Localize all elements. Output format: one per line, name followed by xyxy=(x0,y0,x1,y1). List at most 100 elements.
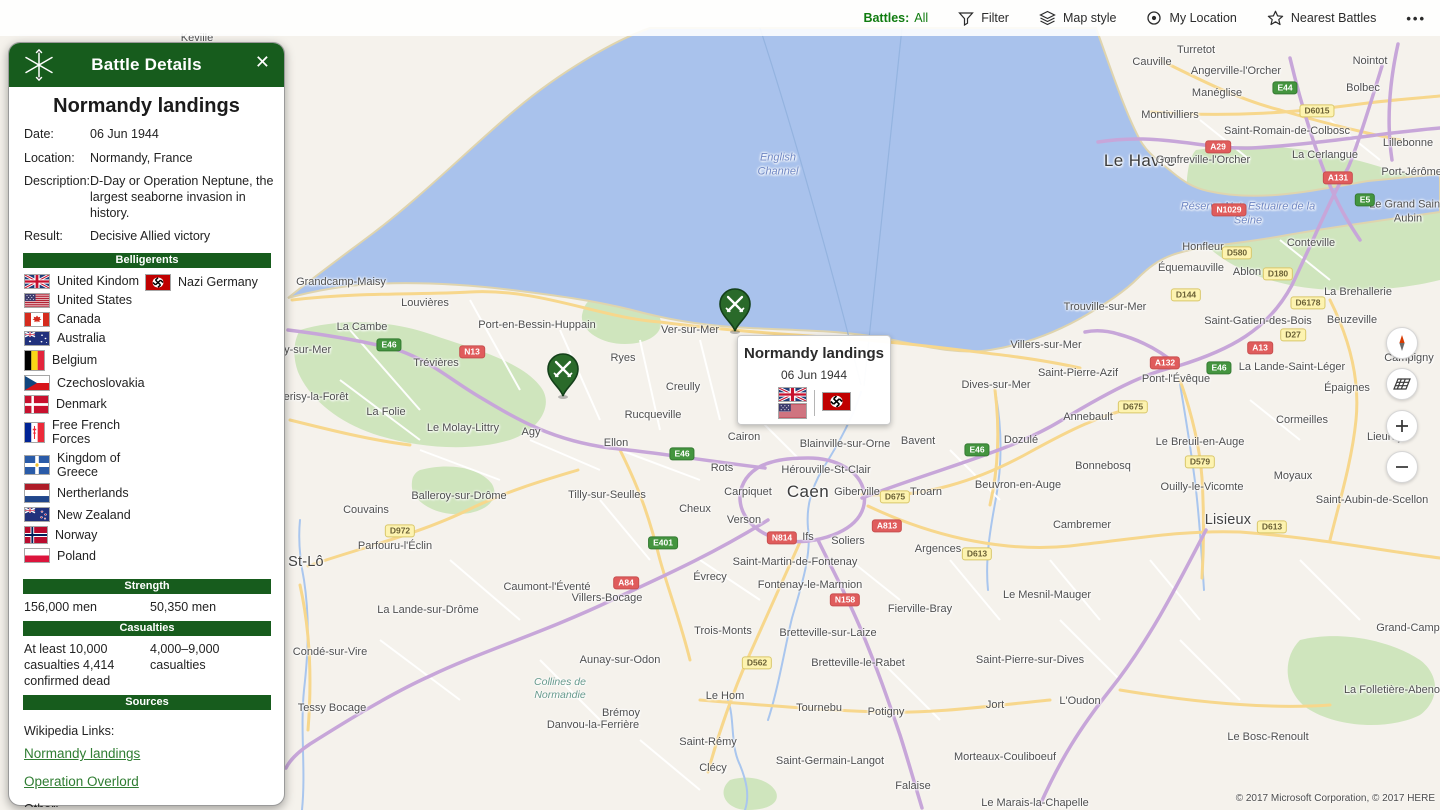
flag-norway-icon xyxy=(24,526,48,545)
flag-denmark-icon xyxy=(24,394,49,414)
flag-belgium-icon xyxy=(24,349,45,371)
road-shield: E46 xyxy=(964,443,990,457)
road-shield: D972 xyxy=(384,524,416,538)
wikipedia-link-operation-overlord[interactable]: Operation Overlord xyxy=(24,774,269,789)
battle-name: Normandy landings xyxy=(53,95,240,117)
belligerent-row: Kingdom of Greece xyxy=(24,451,284,480)
road-shield: N158 xyxy=(829,593,861,607)
strength-section-header: Strength xyxy=(23,578,271,594)
date-value: 06 Jun 1944 xyxy=(90,127,159,141)
ally-belligerent-name: United States xyxy=(57,293,133,308)
flag-new-zealand-icon xyxy=(24,507,50,523)
ally-belligerent-name: Canada xyxy=(57,312,101,327)
belligerent-row: Canada xyxy=(24,311,284,327)
road-shield: D27 xyxy=(1280,328,1306,342)
allies-casualties: At least 10,000 casualties 4,414 confirm… xyxy=(24,642,115,688)
compass-icon xyxy=(1399,335,1405,351)
road-shield: A13 xyxy=(1247,341,1273,355)
ally-belligerent-name: New Zealand xyxy=(57,507,131,522)
road-shield: N814 xyxy=(766,531,798,545)
road-shield: D613 xyxy=(1256,520,1288,534)
flag-poland-icon xyxy=(24,548,50,564)
field-row-date: Date: 06 Jun 1944 xyxy=(9,127,284,143)
road-shield: D675 xyxy=(879,490,911,504)
more-options-button[interactable]: ••• xyxy=(1406,11,1426,26)
wikipedia-link-normandy-landings[interactable]: Normandy landings xyxy=(24,746,269,761)
road-shield: D562 xyxy=(741,656,773,670)
date-label: Date: xyxy=(24,127,54,141)
belligerent-row: Poland xyxy=(24,548,284,564)
ally-belligerent-name: Denmark xyxy=(56,397,107,412)
popup-flags xyxy=(738,386,890,419)
battle-pin[interactable] xyxy=(543,352,583,405)
allies-strength: 156,000 men xyxy=(24,599,97,614)
road-shield: E46 xyxy=(669,447,695,461)
road-shield: A131 xyxy=(1322,171,1354,185)
battle-popup[interactable]: Normandy landings 06 Jun 1944 xyxy=(737,335,891,425)
popup-battle-title: Normandy landings xyxy=(743,345,885,362)
map-style-button[interactable]: Map style xyxy=(1039,10,1117,26)
flag-netherlands-icon xyxy=(24,483,50,504)
road-shield: A132 xyxy=(1149,356,1181,370)
popup-flag-nazi-germany-icon xyxy=(821,391,851,411)
road-shield: E44 xyxy=(1272,81,1298,95)
field-row-result: Result: Decisive Allied victory xyxy=(9,229,284,245)
flag-australia-icon xyxy=(24,330,50,346)
road-shield: D580 xyxy=(1221,246,1253,260)
battle-pin[interactable] xyxy=(715,287,755,340)
sources-section-header: Sources xyxy=(23,695,271,711)
field-row-location: Location: Normandy, France xyxy=(9,151,284,167)
flag-czechoslovakia-icon xyxy=(24,374,50,391)
road-shield: A29 xyxy=(1205,140,1231,154)
toolbar: Battles: All Filter Map style My Location… xyxy=(0,0,1440,36)
battles-value: All xyxy=(914,11,929,25)
location-target-icon xyxy=(1146,10,1162,26)
other-links-label: Other: xyxy=(24,802,269,807)
result-label: Result: xyxy=(24,229,63,244)
filter-button[interactable]: Filter xyxy=(958,11,1009,26)
axis-strength: 50,350 men xyxy=(150,599,217,614)
map-style-label: Map style xyxy=(1062,11,1117,25)
flag-free-french-icon xyxy=(24,421,45,443)
description-label: Description: xyxy=(24,174,90,189)
sources-area: Wikipedia Links: Normandy landings Opera… xyxy=(9,714,284,807)
zoom-in-button[interactable] xyxy=(1386,410,1418,442)
battle-details-panel: Battle Details ✕ Normandy landings Date:… xyxy=(8,42,285,807)
belligerent-row: United States xyxy=(24,292,284,308)
close-icon[interactable]: ✕ xyxy=(255,53,270,71)
strength-row: 156,000 men 50,350 men xyxy=(9,598,284,620)
road-shield: E46 xyxy=(1206,361,1232,375)
tilt-view-button[interactable] xyxy=(1386,368,1418,400)
popup-flag-uk-icon xyxy=(777,386,807,403)
ally-belligerent-name: Free French Forces xyxy=(52,417,121,447)
ally-belligerent-name: Czechoslovakia xyxy=(57,375,145,390)
road-shield: A84 xyxy=(613,576,639,590)
plus-icon xyxy=(1396,420,1408,432)
ally-belligerent-name: United Kindom xyxy=(57,274,139,289)
popup-flag-us-icon xyxy=(777,403,807,419)
axis-casualties: 4,000–9,000 casualties xyxy=(150,642,220,672)
road-shield: D675 xyxy=(1117,400,1149,414)
app-window: Keville English Channel Réserve Nat. Estua… xyxy=(0,0,1440,810)
compass-button[interactable] xyxy=(1386,327,1418,359)
panel-body: Normandy landings Date: 06 Jun 1944 Loca… xyxy=(9,87,284,807)
my-location-button[interactable]: My Location xyxy=(1146,10,1237,26)
belligerent-row: Nazi Germany xyxy=(145,273,258,291)
battles-label: Battles: xyxy=(863,11,910,25)
casualties-row: At least 10,000 casualties 4,414 confirm… xyxy=(9,640,284,693)
flag-greece-icon xyxy=(24,454,50,475)
panel-header: Battle Details ✕ xyxy=(9,43,284,87)
description-value: D-Day or Operation Neptune, the largest … xyxy=(90,174,274,220)
road-shield: D6178 xyxy=(1290,296,1326,310)
nearest-battles-button[interactable]: Nearest Battles xyxy=(1267,10,1376,26)
nearest-battles-label: Nearest Battles xyxy=(1290,11,1377,25)
minus-icon xyxy=(1396,466,1408,468)
my-location-label: My Location xyxy=(1169,11,1237,25)
battles-filter-status[interactable]: Battles: All xyxy=(863,11,928,25)
road-shield: D6015 xyxy=(1299,104,1335,118)
zoom-out-button[interactable] xyxy=(1386,451,1418,483)
belligerent-row: Free French Forces xyxy=(24,418,284,447)
map-copyright: © 2017 Microsoft Corporation, © 2017 HER… xyxy=(1235,793,1435,804)
belligerent-row: Nertherlands xyxy=(24,483,284,504)
flag-uk-icon xyxy=(24,273,50,289)
